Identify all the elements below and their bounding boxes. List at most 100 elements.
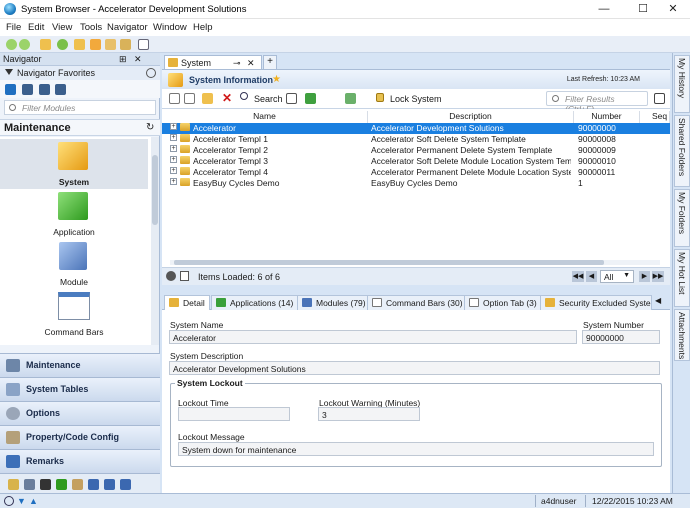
- mini-book-icon[interactable]: [72, 479, 83, 490]
- refresh-icon[interactable]: [57, 39, 68, 50]
- last-page-button[interactable]: ▶▶: [652, 271, 664, 282]
- module-module[interactable]: Module: [0, 239, 148, 289]
- expand-icon[interactable]: +: [170, 178, 177, 185]
- expand-icon[interactable]: +: [170, 156, 177, 163]
- copy-list-icon[interactable]: [180, 271, 189, 281]
- side-tab-shared-folders[interactable]: Shared Folders: [674, 115, 690, 187]
- mini-folder-icon[interactable]: [8, 479, 19, 490]
- menu-window[interactable]: Window: [153, 22, 187, 33]
- status-search-icon[interactable]: [4, 496, 14, 506]
- first-page-button[interactable]: ◀◀: [572, 271, 584, 282]
- small-icons-view-icon[interactable]: [22, 84, 33, 95]
- lockout-warning-field[interactable]: 3: [318, 407, 420, 421]
- folder-icon[interactable]: [74, 39, 85, 50]
- menu-file[interactable]: File: [6, 22, 21, 33]
- list-view-icon[interactable]: [39, 84, 50, 95]
- tab-option-tab[interactable]: Option Tab (3): [464, 295, 542, 310]
- next-page-button[interactable]: ▶: [639, 271, 650, 282]
- column-header-name[interactable]: Name: [162, 111, 368, 123]
- open-icon[interactable]: [202, 93, 213, 104]
- expand-icon[interactable]: +: [170, 123, 177, 130]
- pin-icon[interactable]: ⊞: [119, 54, 127, 65]
- back-icon[interactable]: [6, 39, 17, 50]
- mini-blue2-icon[interactable]: [104, 479, 115, 490]
- refresh-data-icon[interactable]: [345, 93, 356, 104]
- tab-close-icon[interactable]: ✕: [247, 58, 255, 69]
- close-window-button[interactable]: ✕: [656, 0, 690, 19]
- lockout-time-field[interactable]: [178, 407, 290, 421]
- tab-modules[interactable]: Modules (79): [297, 295, 371, 310]
- nav-group-remarks[interactable]: Remarks: [0, 449, 160, 473]
- module-command-bars[interactable]: Command Bars: [0, 289, 148, 339]
- table-row[interactable]: + EasyBuy Cycles Demo EasyBuy Cycles Dem…: [162, 178, 670, 189]
- system-name-field[interactable]: Accelerator: [169, 330, 577, 344]
- maximize-button[interactable]: ☐: [626, 0, 660, 19]
- module-system[interactable]: System: [0, 139, 148, 189]
- status-up-icon[interactable]: ▲: [29, 496, 38, 506]
- side-tab-my-folders[interactable]: My Folders: [674, 189, 690, 247]
- tab-pin-icon[interactable]: ⊸: [233, 58, 241, 69]
- menu-help[interactable]: Help: [193, 22, 213, 33]
- star-folder-icon[interactable]: [90, 39, 101, 50]
- module-application[interactable]: Application: [0, 189, 148, 239]
- mini-blue-icon[interactable]: [88, 479, 99, 490]
- side-tab-my-hot-list[interactable]: My Hot List: [674, 249, 690, 307]
- menu-view[interactable]: View: [52, 22, 72, 33]
- tab-command-bars[interactable]: Command Bars (30): [367, 295, 468, 310]
- tab-detail[interactable]: Detail: [164, 295, 210, 310]
- forward-icon[interactable]: [19, 39, 30, 50]
- mini-lock-icon[interactable]: [24, 479, 35, 490]
- system-description-field[interactable]: Accelerator Development Solutions: [169, 361, 660, 375]
- grid-horizontal-scrollbar[interactable]: [162, 257, 670, 267]
- prev-page-button[interactable]: ◀: [586, 271, 597, 282]
- navigator-favorites[interactable]: Navigator Favorites: [0, 66, 160, 80]
- minimize-button[interactable]: —: [587, 0, 621, 19]
- menu-edit[interactable]: Edit: [28, 22, 44, 33]
- status-down-icon[interactable]: ▼: [17, 496, 26, 506]
- table-row[interactable]: + Accelerator Templ 4 Accelerator Perman…: [162, 167, 670, 178]
- large-icons-view-icon[interactable]: [5, 84, 16, 95]
- lock-system-button[interactable]: Lock System: [390, 94, 442, 104]
- settings-gear-icon[interactable]: [166, 271, 176, 281]
- document-tab-system[interactable]: System ⊸ ✕: [164, 55, 262, 69]
- expand-icon[interactable]: +: [170, 134, 177, 141]
- filter-results-input[interactable]: Filter Results (Ctrl+F): [546, 91, 648, 114]
- open-folder-icon[interactable]: [40, 39, 51, 50]
- table-row[interactable]: + Accelerator Templ 2 Accelerator Perman…: [162, 145, 670, 156]
- grid-icon[interactable]: [286, 93, 297, 104]
- tab-scroll-left-icon[interactable]: ◀: [655, 296, 661, 305]
- tab-security-excluded[interactable]: Security Excluded System: [540, 295, 652, 310]
- expand-icon[interactable]: +: [170, 167, 177, 174]
- system-number-field[interactable]: 90000000: [582, 330, 660, 344]
- refresh-section-icon[interactable]: ↻: [146, 122, 154, 133]
- nav-group-options[interactable]: Options: [0, 401, 160, 425]
- filter-modules-input[interactable]: Filter Modules: [4, 100, 156, 115]
- navigator-close-icon[interactable]: ✕: [134, 54, 142, 65]
- side-tab-my-history[interactable]: My History: [674, 55, 690, 113]
- box-icon[interactable]: [105, 39, 116, 50]
- menu-navigator[interactable]: Navigator: [107, 22, 148, 33]
- book-icon[interactable]: [120, 39, 131, 50]
- export-icon[interactable]: [305, 93, 316, 104]
- column-header-description[interactable]: Description: [368, 111, 574, 123]
- new-tab-button[interactable]: +: [263, 55, 277, 69]
- collapse-icon[interactable]: [146, 68, 156, 78]
- delete-icon[interactable]: ✕: [222, 91, 232, 105]
- details-view-icon[interactable]: [55, 84, 66, 95]
- table-row[interactable]: + Accelerator Accelerator Development So…: [162, 123, 670, 134]
- nav-group-system-tables[interactable]: System Tables: [0, 377, 160, 401]
- nav-group-maintenance[interactable]: Maintenance: [0, 353, 160, 377]
- mini-phone-icon[interactable]: [40, 479, 51, 490]
- navigator-scrollbar[interactable]: [151, 137, 159, 345]
- lockout-message-field[interactable]: System down for maintenance: [178, 442, 654, 456]
- search-button[interactable]: Search: [254, 94, 283, 104]
- window-layout-icon[interactable]: [138, 39, 149, 50]
- new-icon[interactable]: [169, 93, 180, 104]
- favorite-star-icon[interactable]: ★: [272, 74, 281, 85]
- column-header-number[interactable]: Number: [574, 111, 640, 123]
- mini-blue3-icon[interactable]: [120, 479, 131, 490]
- page-select[interactable]: All ▼: [600, 270, 634, 283]
- copy-icon[interactable]: [184, 93, 195, 104]
- side-tab-attachments[interactable]: Attachments: [674, 309, 690, 361]
- tab-applications[interactable]: Applications (14): [211, 295, 299, 310]
